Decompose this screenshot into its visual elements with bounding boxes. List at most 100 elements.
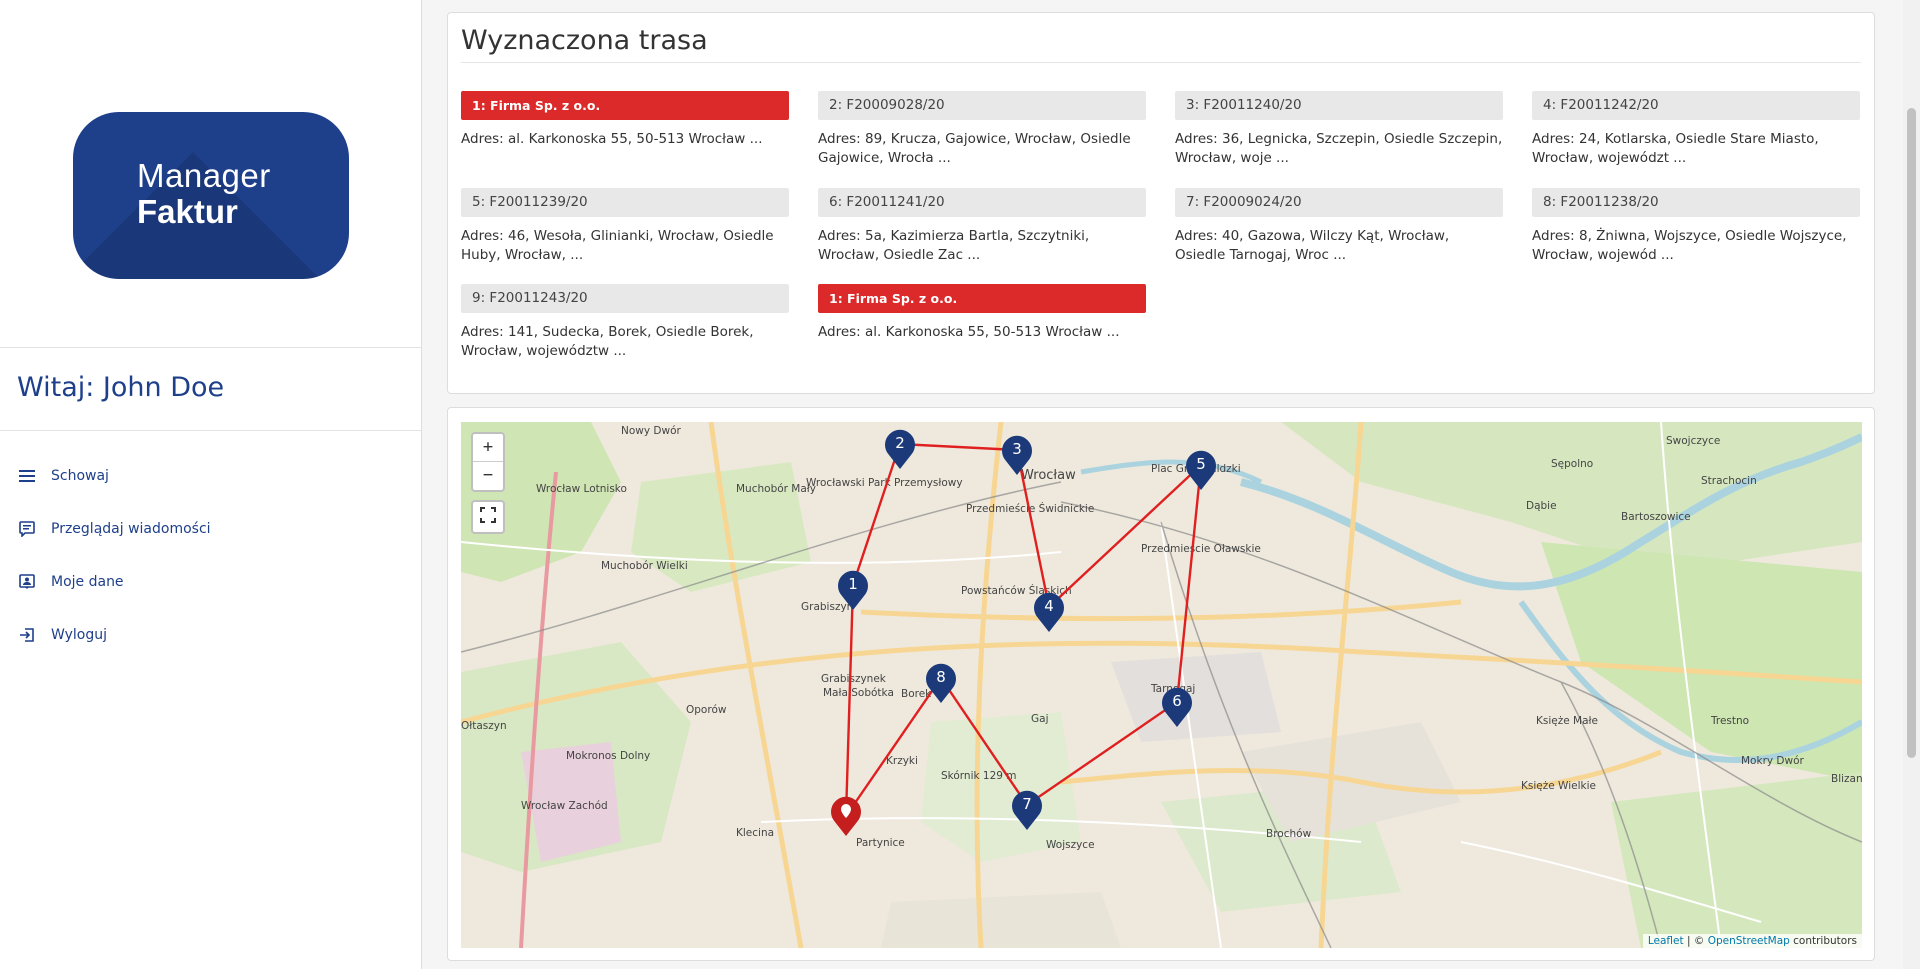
stop-address: Adres: 141, Sudecka, Borek, Osiedle Bore… [461,324,754,359]
stop-header[interactable]: 9: F20011243/20 [461,284,789,313]
logo-line-1: Manager [137,157,271,194]
marker-number: 5 [1196,455,1206,473]
divider [461,62,1861,63]
stop-header[interactable]: 7: F20009024/20 [1175,188,1503,217]
menu-label: Moje dane [51,573,124,590]
map-place-label: Muchobór Mały [736,483,816,495]
stop-header[interactable]: 8: F20011238/20 [1532,188,1860,217]
menu-label: Wyloguj [51,626,107,643]
map-place-label: Wojszyce [1046,839,1095,851]
map-place-label: Mokry Dwór [1741,755,1805,767]
map-place-label: Mokronos Dolny [566,750,650,762]
map-place-label: Księże Małe [1536,715,1598,727]
route-marker[interactable]: 3 [1001,434,1033,476]
map-place-label: Blizan [1831,773,1862,785]
route-stop: 9: F20011243/20 Adres: 141, Sudecka, Bor… [461,284,789,361]
start-marker[interactable] [830,795,862,837]
route-stop: 1: Firma Sp. z o.o. Adres: al. Karkonosk… [818,284,1146,342]
osm-link[interactable]: OpenStreetMap [1708,935,1790,947]
menu-item-hide[interactable]: Schowaj [0,449,421,502]
map-canvas: Nowy Dwór Muchobór MałyWrocławski Park Pr… [461,422,1862,948]
leaflet-link[interactable]: Leaflet [1648,935,1684,947]
route-stop: 1: Firma Sp. z o.o. Adres: al. Karkonosk… [461,91,789,149]
map-place-label: Wrocław Lotnisko [536,483,627,495]
map-place-label: Księże Wielkie [1521,780,1596,792]
route-stop: 3: F20011240/20 Adres: 36, Legnicka, Szc… [1175,91,1503,168]
map-place-label: Mała Sobótka [823,687,894,699]
app-logo[interactable]: Manager Faktur [73,112,349,279]
route-marker[interactable]: 5 [1185,449,1217,491]
zoom-in-button[interactable]: + [473,434,503,462]
page-scrollbar[interactable] [1903,0,1920,969]
route-stop: 8: F20011238/20 Adres: 8, Żniwna, Wojszy… [1532,188,1860,265]
marker-number: 6 [1172,692,1182,710]
fullscreen-icon [480,507,496,527]
zoom-out-button[interactable]: − [473,462,503,490]
route-stop: 2: F20009028/20 Adres: 89, Krucza, Gajow… [818,91,1146,168]
map-place-label: Dąbie [1526,500,1557,512]
route-stop: 5: F20011239/20 Adres: 46, Wesoła, Glini… [461,188,789,265]
map-place-label: Brochów [1266,828,1312,840]
stop-header[interactable]: 3: F20011240/20 [1175,91,1503,120]
message-icon [18,520,36,538]
menu-item-logout[interactable]: Wyloguj [0,608,421,661]
sidebar-menu: Schowaj Przeglądaj wiadomości Moje dane … [0,431,421,661]
route-panel: Wyznaczona trasa 1: Firma Sp. z o.o. Adr… [447,12,1875,394]
stop-address: Adres: al. Karkonoska 55, 50-513 Wrocław… [461,131,763,147]
map-place-label: Klecina [736,827,774,839]
fullscreen-button[interactable] [471,500,505,534]
attribution-suffix: contributors [1789,935,1857,947]
marker-number: 2 [895,434,905,452]
route-stop: 4: F20011242/20 Adres: 24, Kotlarska, Os… [1532,91,1860,168]
map-place-label: Partynice [856,837,905,849]
greeting: Witaj: John Doe [0,348,421,431]
marker-number: 7 [1022,795,1032,813]
marker-number: 4 [1044,597,1054,615]
map-place-label: Swojczyce [1666,435,1720,447]
menu-label: Przeglądaj wiadomości [51,520,211,537]
route-marker[interactable]: 4 [1033,591,1065,633]
route-map[interactable]: Nowy Dwór Muchobór Mały Wrocławski Park Pr… [461,422,1862,948]
stop-address: Adres: 8, Żniwna, Wojszyce, Osiedle Wojs… [1532,228,1847,263]
map-place-label: Oporów [686,704,727,716]
route-marker[interactable]: 6 [1161,686,1193,728]
stop-address: Adres: 24, Kotlarska, Osiedle Stare Mias… [1532,131,1819,166]
menu-item-my-data[interactable]: Moje dane [0,555,421,608]
route-marker[interactable]: 8 [925,662,957,704]
stop-header[interactable]: 1: Firma Sp. z o.o. [461,91,789,120]
map-place-label: Wrocławski Park Przemysłowy [806,477,963,489]
marker-number: 8 [936,668,946,686]
menu-label: Schowaj [51,467,109,484]
stop-address: Adres: 40, Gazowa, Wilczy Kąt, Wrocław, … [1175,228,1450,263]
stop-address: Adres: 36, Legnicka, Szczepin, Osiedle S… [1175,131,1503,166]
logout-icon [18,626,36,644]
profile-icon [18,573,36,591]
route-marker[interactable]: 2 [884,428,916,470]
route-marker[interactable]: 7 [1011,789,1043,831]
route-marker[interactable]: 1 [837,569,869,611]
map-place-label: Trestno [1710,715,1749,727]
stop-header[interactable]: 4: F20011242/20 [1532,91,1860,120]
stop-header[interactable]: 6: F20011241/20 [818,188,1146,217]
scrollbar-thumb[interactable] [1907,108,1916,758]
stop-header[interactable]: 2: F20009028/20 [818,91,1146,120]
menu-item-messages[interactable]: Przeglądaj wiadomości [0,502,421,555]
marker-number: 3 [1012,440,1022,458]
map-panel: Nowy Dwór Muchobór Mały Wrocławski Park Pr… [447,407,1875,961]
route-title: Wyznaczona trasa [461,25,708,56]
stop-address: Adres: 46, Wesoła, Glinianki, Wrocław, O… [461,228,774,263]
stop-address: Adres: 5a, Kazimierza Bartla, Szczytniki… [818,228,1090,263]
map-place-label: Sępolno [1551,458,1593,470]
attribution-separator: | © [1683,935,1708,947]
stop-header[interactable]: 5: F20011239/20 [461,188,789,217]
map-place-label: Muchobór Wielki [601,560,688,572]
zoom-control: + − [471,432,505,492]
map-place-label: Strachocin [1701,475,1757,487]
stop-address: Adres: 89, Krucza, Gajowice, Wrocław, Os… [818,131,1131,166]
map-place-label: Ołtaszyn [461,720,507,732]
map-place-label: Nowy Dwór [621,425,682,437]
stop-address: Adres: al. Karkonoska 55, 50-513 Wrocław… [818,324,1120,340]
map-place-label: Wrocław Zachód [521,800,608,812]
stop-header[interactable]: 1: Firma Sp. z o.o. [818,284,1146,313]
sidebar: Manager Faktur Witaj: John Doe Schowaj P… [0,0,422,969]
